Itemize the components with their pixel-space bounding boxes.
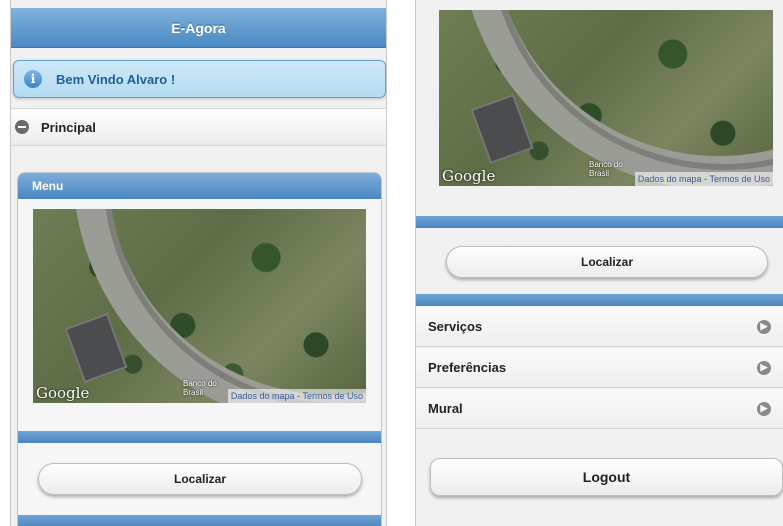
- satellite-map-right[interactable]: Banco do Brasil Google Dados do mapa - T…: [439, 10, 773, 186]
- satellite-map[interactable]: Banco do Brasil Google Dados do mapa - T…: [33, 209, 366, 403]
- google-logo: Google: [36, 384, 90, 402]
- app-header: E-Agora: [11, 8, 386, 48]
- collapsible-title: Principal: [41, 119, 96, 135]
- localizar-button[interactable]: Localizar: [446, 246, 768, 278]
- map-attribution: Dados do mapa - Termos de Uso: [634, 172, 773, 186]
- google-logo: Google: [442, 167, 496, 185]
- divider-strip: [18, 431, 381, 443]
- menu-item-preferencias[interactable]: Preferências ▶: [416, 348, 783, 388]
- welcome-banner: i Bem Vindo Alvaro !: [13, 60, 386, 98]
- terms-link[interactable]: Termos de Uso: [709, 174, 770, 184]
- chevron-right-icon: ▶: [757, 360, 771, 375]
- info-icon: i: [24, 70, 42, 88]
- localizar-button[interactable]: Localizar: [38, 463, 362, 495]
- right-screen: Banco do Brasil Google Dados do mapa - T…: [415, 0, 783, 526]
- menu-item-label: Preferências: [428, 360, 507, 375]
- map-place-label: Banco do Brasil: [183, 379, 217, 397]
- menu-item-label: Serviços: [428, 319, 483, 334]
- attrib-separator: -: [294, 391, 303, 401]
- principal-collapsible[interactable]: Principal: [11, 108, 386, 146]
- map-data-link[interactable]: Dados do mapa: [231, 391, 295, 401]
- menu-item-servicos[interactable]: Serviços ▶: [416, 307, 783, 347]
- left-screen: E-Agora i Bem Vindo Alvaro ! Principal M…: [10, 0, 387, 526]
- localizar-label: Localizar: [173, 472, 227, 486]
- map-place-label: Banco do Brasil: [589, 160, 623, 178]
- attrib-separator: -: [701, 174, 710, 184]
- localizar-label: Localizar: [580, 255, 634, 269]
- divider-strip: [416, 216, 783, 228]
- menu-card-title: Menu: [32, 179, 64, 193]
- menu-item-mural[interactable]: Mural ▶: [416, 389, 783, 429]
- menu-card: Menu Banco do Brasil Google Dados do map…: [17, 172, 382, 526]
- terms-link[interactable]: Termos de Uso: [302, 391, 363, 401]
- logout-button[interactable]: Logout: [430, 458, 783, 496]
- collapse-icon: [15, 120, 29, 134]
- menu-item-label: Mural: [428, 401, 463, 416]
- chevron-right-icon: ▶: [757, 401, 771, 416]
- menu-card-header: Menu: [18, 173, 381, 199]
- map-attribution: Dados do mapa - Termos de Uso: [227, 389, 366, 403]
- divider-strip-bottom: [18, 515, 381, 526]
- divider-strip-2: [416, 294, 783, 306]
- chevron-right-icon: ▶: [757, 319, 771, 334]
- logout-label: Logout: [582, 469, 631, 485]
- map-data-link[interactable]: Dados do mapa: [638, 174, 702, 184]
- welcome-text: Bem Vindo Alvaro !: [56, 71, 176, 87]
- app-title: E-Agora: [171, 19, 226, 36]
